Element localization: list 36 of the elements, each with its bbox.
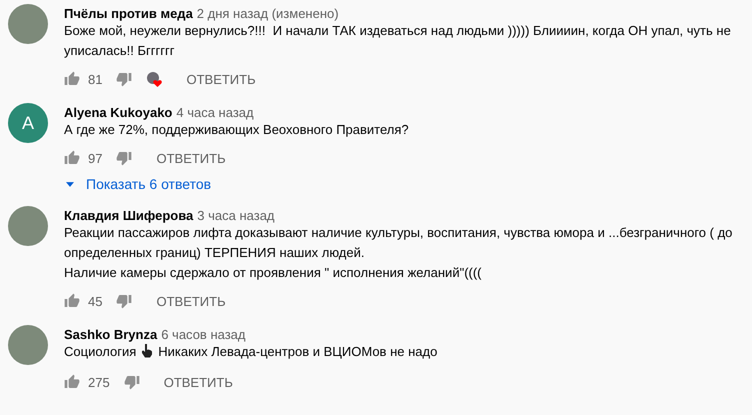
reply-button[interactable]: ОТВЕТИТЬ — [148, 294, 234, 308]
comment-text: Реакции пассажиров лифта доказывают наличие культуры, воспитания, чувства юмора и ...безграничного ( до определенных границ) ТЕРПЕНИЯ наших людей. — [64, 225, 734, 260]
like-count: 275 — [88, 374, 110, 390]
comment-text: Боже мой, неужели вернулись?!!! И начали ТАК издеваться над людьми ))))) Блиииин, когда ОН упал, чуть не уписалась!! Бгггггг — [64, 23, 732, 58]
like-button[interactable] — [64, 150, 80, 166]
dislike-button[interactable] — [116, 293, 132, 309]
like-button[interactable] — [64, 374, 80, 390]
comment-text: Социология — [64, 344, 136, 359]
comment-text: А где же 72%, поддерживающих Веоховного Правителя? — [64, 122, 409, 137]
comment-text: Никаких Левада-центров и ВЦИОМов не надо — [158, 344, 438, 359]
like-button[interactable] — [64, 71, 80, 87]
comment-author[interactable]: Пчёлы против меда — [64, 6, 193, 21]
avatar-photo-placeholder[interactable] — [8, 206, 48, 246]
dislike-button[interactable] — [116, 150, 132, 166]
avatar-photo-placeholder[interactable] — [8, 4, 48, 44]
comment-time[interactable]: 2 дня назад (изменено) — [196, 6, 339, 21]
comment-author[interactable]: Sashko Brynza — [64, 327, 158, 342]
caret-icon — [66, 182, 74, 186]
avatar[interactable]: A — [8, 103, 48, 143]
like-count: 45 — [88, 294, 102, 308]
comment-time[interactable]: 6 часов назад — [161, 327, 246, 342]
avatar-photo-placeholder[interactable] — [8, 325, 48, 365]
comment-author[interactable]: Клавдия Шиферова — [64, 208, 194, 223]
dislike-button[interactable] — [116, 71, 132, 87]
like-count: 97 — [88, 150, 102, 166]
comment-text: Наличие камеры сдержало от проявления " исполнения желаний"(((( — [64, 265, 482, 280]
reply-button[interactable]: ОТВЕТИТЬ — [156, 374, 241, 390]
like-button[interactable] — [64, 293, 80, 309]
show-replies-link[interactable]: Показать 6 ответов — [64, 172, 212, 196]
reply-button[interactable]: ОТВЕТИТЬ — [178, 72, 264, 86]
like-count: 81 — [88, 72, 102, 86]
reply-button[interactable]: ОТВЕТИТЬ — [148, 150, 234, 166]
dislike-button[interactable] — [124, 374, 140, 390]
comment-time[interactable]: 4 часа назад — [176, 105, 254, 120]
comment-time[interactable]: 3 часа назад — [197, 208, 275, 223]
comment-author[interactable]: Alyena Kukoyako — [64, 105, 172, 120]
